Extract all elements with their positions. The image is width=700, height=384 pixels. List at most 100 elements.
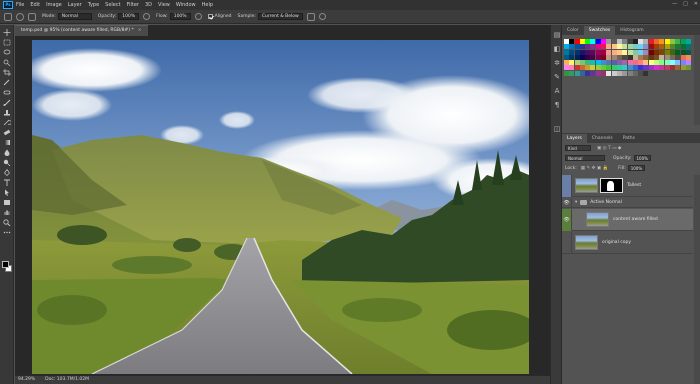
gradient-tool-icon[interactable] — [3, 139, 11, 146]
color-swatch[interactable] — [574, 70, 580, 76]
color-swatch[interactable] — [574, 44, 580, 50]
color-swatch[interactable] — [595, 54, 601, 60]
color-swatch[interactable] — [590, 44, 596, 50]
document-tab[interactable]: temp.psd @ 95% (content aware filled, RG… — [15, 25, 148, 36]
color-swatch[interactable] — [564, 70, 569, 76]
color-swatch[interactable] — [675, 65, 681, 71]
properties-panel-icon[interactable]: ◧ — [553, 45, 561, 53]
color-swatch[interactable] — [574, 60, 580, 66]
layer-name[interactable]: content aware filled — [613, 217, 658, 222]
menu-file[interactable]: File — [16, 2, 24, 8]
color-swatch[interactable] — [638, 49, 644, 55]
color-swatch[interactable] — [680, 39, 686, 44]
color-swatch[interactable] — [685, 60, 691, 66]
color-swatch[interactable] — [590, 70, 596, 76]
color-swatch[interactable] — [606, 44, 612, 50]
color-swatch[interactable] — [611, 60, 617, 66]
marquee-tool-icon[interactable] — [3, 39, 11, 46]
color-swatch[interactable] — [595, 49, 601, 55]
color-swatch[interactable] — [564, 49, 569, 55]
opacity-field[interactable]: 100% — [118, 13, 140, 20]
image-canvas[interactable] — [32, 40, 529, 374]
color-swatch[interactable] — [632, 65, 638, 71]
color-swatch[interactable] — [654, 44, 660, 50]
sample-select[interactable]: Current & Below — [257, 13, 303, 20]
hand-tool-icon[interactable] — [3, 209, 11, 216]
color-swatch[interactable] — [654, 65, 660, 71]
close-tab-icon[interactable]: × — [138, 26, 142, 36]
color-swatch[interactable] — [616, 54, 622, 60]
color-swatch[interactable] — [622, 65, 628, 71]
aligned-option[interactable]: Aligned — [207, 14, 232, 19]
color-swatch[interactable] — [595, 70, 601, 76]
color-swatch[interactable] — [632, 70, 638, 76]
color-swatch[interactable] — [659, 54, 665, 60]
color-swatch[interactable] — [675, 54, 681, 60]
color-swatch[interactable] — [595, 44, 601, 50]
color-swatch[interactable] — [680, 60, 686, 66]
color-swatch[interactable] — [654, 54, 660, 60]
color-swatch[interactable] — [675, 49, 681, 55]
layer-row-selected[interactable]: 👁 content aware filled — [562, 208, 693, 231]
color-swatch[interactable] — [685, 54, 691, 60]
color-swatch[interactable] — [680, 54, 686, 60]
brush-tool-icon[interactable] — [3, 99, 11, 106]
color-swatch[interactable] — [622, 60, 628, 66]
color-swatch[interactable] — [574, 49, 580, 55]
color-swatch[interactable] — [659, 39, 665, 44]
visibility-eye-icon[interactable]: 👁 — [562, 208, 572, 231]
color-swatch[interactable] — [569, 39, 575, 44]
color-swatch[interactable] — [579, 70, 585, 76]
color-swatch[interactable] — [638, 39, 644, 44]
color-swatch[interactable] — [569, 44, 575, 50]
color-swatch[interactable] — [569, 54, 575, 60]
color-swatch[interactable] — [585, 54, 591, 60]
chevron-down-icon[interactable]: ▾ — [575, 200, 577, 205]
color-swatch[interactable] — [632, 60, 638, 66]
color-swatch[interactable] — [585, 44, 591, 50]
color-swatch[interactable] — [680, 65, 686, 71]
airbrush-icon[interactable] — [194, 13, 202, 20]
color-swatch[interactable] — [569, 49, 575, 55]
color-swatch[interactable] — [669, 65, 675, 71]
color-swatch[interactable] — [638, 44, 644, 50]
color-swatch[interactable] — [616, 60, 622, 66]
color-swatch[interactable] — [648, 65, 654, 71]
color-swatch[interactable] — [627, 39, 633, 44]
color-swatch[interactable] — [579, 39, 585, 44]
pen-tool-icon[interactable] — [3, 169, 11, 176]
color-swatch[interactable] — [669, 39, 675, 44]
color-swatch[interactable] — [611, 54, 617, 60]
healing-brush-tool-icon[interactable] — [3, 89, 11, 96]
color-swatch[interactable] — [590, 49, 596, 55]
color-swatch[interactable] — [611, 39, 617, 44]
color-swatch[interactable] — [680, 49, 686, 55]
color-swatch[interactable] — [606, 60, 612, 66]
color-swatch[interactable] — [669, 54, 675, 60]
color-swatch[interactable] — [595, 60, 601, 66]
color-swatch[interactable] — [622, 54, 628, 60]
color-swatch[interactable] — [638, 70, 644, 76]
color-swatch[interactable] — [627, 54, 633, 60]
color-swatch[interactable] — [569, 70, 575, 76]
paragraph-panel-icon[interactable]: ¶ — [553, 101, 561, 109]
type-tool-icon[interactable] — [3, 179, 11, 186]
layer-row[interactable]: Tallest — [562, 174, 693, 197]
color-swatch[interactable] — [664, 54, 670, 60]
color-swatch[interactable] — [659, 49, 665, 55]
color-swatch[interactable] — [680, 44, 686, 50]
layer-group-row[interactable]: 👁 ▾ Active Normal — [562, 197, 693, 208]
brush-settings-panel-icon[interactable]: ✎ — [553, 73, 561, 81]
color-swatch[interactable] — [585, 60, 591, 66]
color-swatch[interactable] — [585, 65, 591, 71]
color-swatch[interactable] — [579, 44, 585, 50]
close-window-icon[interactable]: ✕ — [694, 1, 698, 7]
color-swatch[interactable] — [638, 65, 644, 71]
history-brush-tool-icon[interactable] — [3, 119, 11, 126]
color-swatch[interactable] — [654, 39, 660, 44]
path-selection-tool-icon[interactable] — [3, 189, 11, 196]
layer-name[interactable]: Tallest — [627, 183, 641, 188]
color-swatch[interactable] — [669, 49, 675, 55]
color-swatch[interactable] — [664, 44, 670, 50]
color-swatch[interactable] — [648, 54, 654, 60]
